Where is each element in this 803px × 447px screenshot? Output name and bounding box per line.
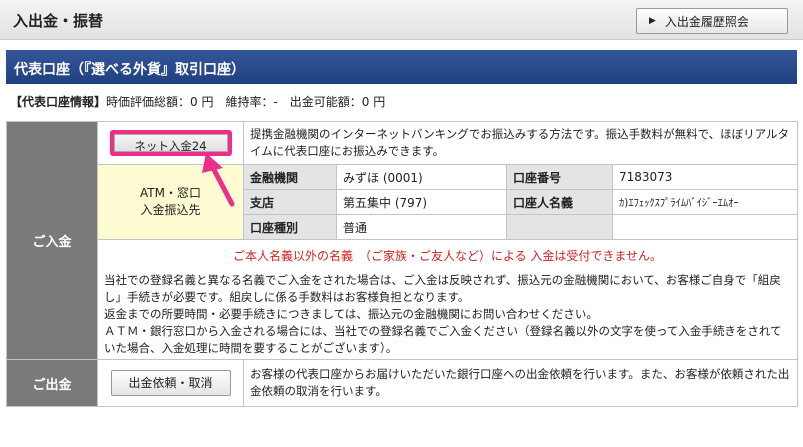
withdraw-label: ご出金 (6, 359, 98, 407)
deposit-notes-cell: ご本人名義以外の名義 （ご家族・ご友人など）による 入金は受付できません。 当社… (97, 239, 798, 360)
note-item: ＡＴＭ・銀行窓口から入金される場合には、当社での登録名義でご入金ください（登録名… (104, 324, 782, 355)
deposit-history-label: 入出金履歴照会 (664, 14, 749, 29)
bank-value: みずほ (0001) (336, 164, 507, 190)
deposit-label: ご入金 (6, 121, 98, 360)
deposit-history-button[interactable]: ▶ 入出金履歴照会 (636, 8, 788, 34)
branch-value: 第五集中 (797) (336, 189, 507, 215)
net-deposit-description: 提携金融機関のインターネットバンキングでお振込みする方法です。振込手数料が無料で… (243, 121, 798, 165)
deposit-notes: 当社での登録名義と異なる名義でご入金をされた場合は、ご入金は反映されず、振込元の… (98, 270, 797, 359)
name-warning: ご本人名義以外の名義 （ご家族・ご友人など）による 入金は受付できません。 (232, 248, 663, 263)
play-triangle-icon: ▶ (649, 16, 656, 26)
withdraw-description: お客様の代表口座からお届けいただいた銀行口座への出金依頼を行います。また、お客様… (243, 359, 798, 407)
bank-label: 金融機関 (243, 164, 337, 190)
account-info: 【代表口座情報】時価評価総額：0 円 維持率：- 出金可能額：0 円 (10, 93, 385, 110)
atm-line1: ATM・窓口 (140, 186, 201, 200)
top-bar: 入出金・振替 ▶ 入出金履歴照会 (0, 0, 803, 40)
empty-value-cell (612, 214, 798, 240)
net-deposit-cell: ネット入金24 (97, 121, 244, 165)
branch-label: 支店 (243, 189, 337, 215)
account-info-values: 時価評価総額：0 円 維持率：- 出金可能額：0 円 (106, 95, 386, 109)
withdraw-button-cell: 出金依頼・取消 (97, 359, 244, 407)
account-number-label: 口座番号 (506, 164, 613, 190)
account-holder-label: 口座人名義 (506, 189, 613, 215)
empty-label-cell (506, 214, 613, 240)
account-number-value: 7183073 (612, 164, 798, 190)
net-deposit-button[interactable]: ネット入金24 (109, 130, 232, 156)
withdraw-request-button[interactable]: 出金依頼・取消 (110, 370, 231, 396)
account-info-label: 【代表口座情報】 (10, 95, 107, 109)
deposit-withdraw-table: ご入金 ネット入金24 提携金融機関のインターネットバンキングでお振込みする方法… (6, 121, 798, 407)
account-holder-value: ｶ)ｴﾌｪｯｸｽﾌﾟﾗｲﾑﾊﾞｲｼﾞｰｴﾑｵｰ (612, 189, 798, 215)
account-type-value: 普通 (336, 214, 507, 240)
atm-deposit-label: ATM・窓口 入金振込先 (97, 164, 244, 240)
note-item: 当社での登録名義と異なる名義でご入金をされた場合は、ご入金は反映されず、振込元の… (104, 273, 781, 304)
page-title: 入出金・振替 (13, 12, 104, 30)
account-type-label: 口座種別 (243, 214, 337, 240)
section-header: 代表口座（『選べる外貨』取引口座） (6, 50, 797, 84)
note-item: 返金までの所要時間・必要手続きにつきましては、振込元の金融機関にお問い合わせくだ… (104, 307, 598, 321)
atm-line2: 入金振込先 (140, 203, 201, 217)
